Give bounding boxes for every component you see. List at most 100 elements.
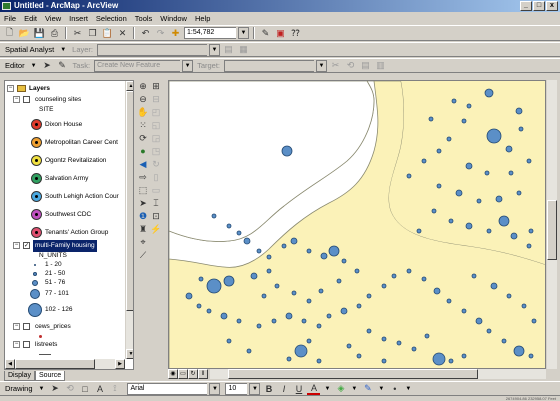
housing-point[interactable] xyxy=(461,118,467,124)
editor-menu[interactable]: Editor xyxy=(3,61,27,70)
forward-extent-icon[interactable]: ⇨ xyxy=(137,171,149,183)
map-canvas[interactable] xyxy=(169,81,546,369)
housing-point[interactable] xyxy=(306,248,312,254)
housing-point[interactable] xyxy=(211,213,217,219)
housing-point[interactable] xyxy=(196,303,202,309)
housing-point[interactable] xyxy=(366,293,372,299)
target-select[interactable] xyxy=(224,59,314,72)
italic-button[interactable]: I xyxy=(277,383,290,395)
menu-file[interactable]: File xyxy=(3,13,17,24)
housing-point[interactable] xyxy=(226,223,232,229)
select-features-icon[interactable]: ⬚ xyxy=(137,184,149,196)
housing-point[interactable] xyxy=(286,356,292,362)
housing-point[interactable] xyxy=(484,88,494,98)
housing-point[interactable] xyxy=(236,318,242,324)
housing-point[interactable] xyxy=(326,313,332,319)
legend-item[interactable]: Southwest CDC xyxy=(5,209,125,221)
housing-point[interactable] xyxy=(381,283,387,289)
chevron-down-icon[interactable]: ▼ xyxy=(58,47,68,53)
housing-point[interactable] xyxy=(341,258,347,264)
housing-point[interactable] xyxy=(206,278,222,294)
scroll-thumb[interactable] xyxy=(228,369,478,379)
housing-point[interactable] xyxy=(526,243,532,249)
edit-vertices-icon[interactable]: ⟟ xyxy=(108,383,121,395)
pan-icon[interactable]: ✋ xyxy=(137,106,149,118)
housing-point[interactable] xyxy=(421,158,427,164)
housing-point[interactable] xyxy=(366,328,372,334)
housing-point[interactable] xyxy=(220,312,228,320)
housing-point[interactable] xyxy=(513,345,525,357)
sketch-tool-icon[interactable]: ✎ xyxy=(56,60,69,72)
housing-point[interactable] xyxy=(518,126,524,132)
scroll-right-icon[interactable]: ▶ xyxy=(115,359,125,369)
drawing-menu[interactable]: Drawing xyxy=(3,384,35,393)
legend-item[interactable]: Tenants' Action Group xyxy=(5,227,125,239)
housing-point[interactable] xyxy=(381,358,387,364)
housing-point[interactable] xyxy=(508,170,514,176)
html-popup-icon[interactable]: ⊡ xyxy=(150,210,162,222)
select-elements-icon[interactable]: ➤ xyxy=(48,383,61,395)
housing-point[interactable] xyxy=(198,276,204,282)
save-icon[interactable]: 💾 xyxy=(33,27,46,39)
legend-item[interactable]: Ogontz Revitalization xyxy=(5,155,125,167)
paste-icon[interactable]: 📋 xyxy=(101,27,114,39)
scroll-thumb[interactable] xyxy=(126,91,133,311)
housing-point[interactable] xyxy=(336,278,342,284)
bold-button[interactable]: B xyxy=(262,383,275,395)
housing-point[interactable] xyxy=(451,98,457,104)
delete-icon[interactable]: ✕ xyxy=(116,27,129,39)
rotate-icon[interactable]: ⟳ xyxy=(137,132,149,144)
housing-point[interactable] xyxy=(340,307,348,315)
housing-point[interactable] xyxy=(526,158,532,164)
zoom-out-icon[interactable]: ⊖ xyxy=(137,93,149,105)
marker-color-icon[interactable]: • xyxy=(388,383,401,395)
scroll-up-icon[interactable]: ▲ xyxy=(126,81,133,91)
font-size-select[interactable]: 10 xyxy=(225,382,248,395)
housing-point[interactable] xyxy=(281,243,287,249)
menu-edit[interactable]: Edit xyxy=(23,13,38,24)
housing-point[interactable] xyxy=(274,283,280,289)
underline-button[interactable]: U xyxy=(292,383,305,395)
chevron-down-icon[interactable]: ▼ xyxy=(238,27,249,39)
housing-point[interactable] xyxy=(505,145,513,153)
fill-color-icon[interactable]: ◈ xyxy=(334,383,347,395)
edit-tool-icon[interactable]: ➤ xyxy=(41,60,54,72)
grid-zoom-icon[interactable]: ⁙ xyxy=(137,119,149,131)
maximize-button[interactable]: □ xyxy=(533,1,545,11)
find-icon[interactable]: ♜ xyxy=(137,223,149,235)
scroll-down-icon[interactable]: ▼ xyxy=(126,349,133,359)
zoom-to-selected-icon[interactable]: ◱ xyxy=(150,119,162,131)
rotate-element-icon[interactable]: ⟲ xyxy=(63,383,76,395)
housing-point[interactable] xyxy=(261,293,267,299)
split-tool-icon[interactable]: ✂ xyxy=(329,60,342,72)
menu-view[interactable]: View xyxy=(44,13,62,24)
housing-point[interactable] xyxy=(448,218,454,224)
housing-point[interactable] xyxy=(465,162,473,170)
housing-point[interactable] xyxy=(498,215,510,227)
map-horizontal-scrollbar[interactable] xyxy=(168,369,546,379)
whats-this-icon[interactable]: ⁇ xyxy=(289,27,302,39)
housing-point[interactable] xyxy=(223,275,235,287)
housing-point[interactable] xyxy=(316,358,322,364)
attributes-icon[interactable]: ▤ xyxy=(359,60,372,72)
chevron-down-icon[interactable]: ▼ xyxy=(349,386,359,392)
hyperlink-icon[interactable]: ⚡ xyxy=(150,223,162,235)
layout-zoom-icon[interactable]: ◲ xyxy=(150,132,162,144)
globe-icon[interactable]: ● xyxy=(137,145,149,157)
font-name-select[interactable]: Arial xyxy=(127,382,208,395)
menu-window[interactable]: Window xyxy=(159,13,188,24)
chevron-down-icon[interactable]: ▼ xyxy=(209,43,221,56)
histogram-icon[interactable]: ▤ xyxy=(222,44,235,56)
zoom-in-icon[interactable]: ⊕ xyxy=(137,80,149,92)
housing-point[interactable] xyxy=(306,338,312,344)
copy-icon[interactable]: ❐ xyxy=(86,27,99,39)
housing-point[interactable] xyxy=(436,183,442,189)
legend-item[interactable]: Metropolitan Career Cent xyxy=(5,137,125,149)
housing-point[interactable] xyxy=(446,298,452,304)
housing-point[interactable] xyxy=(416,228,422,234)
housing-point[interactable] xyxy=(281,145,293,157)
tab-display[interactable]: Display xyxy=(4,371,35,381)
task-select[interactable]: Create New Feature xyxy=(94,59,181,72)
housing-point[interactable] xyxy=(531,318,537,324)
chevron-down-icon[interactable]: ▼ xyxy=(182,59,194,72)
